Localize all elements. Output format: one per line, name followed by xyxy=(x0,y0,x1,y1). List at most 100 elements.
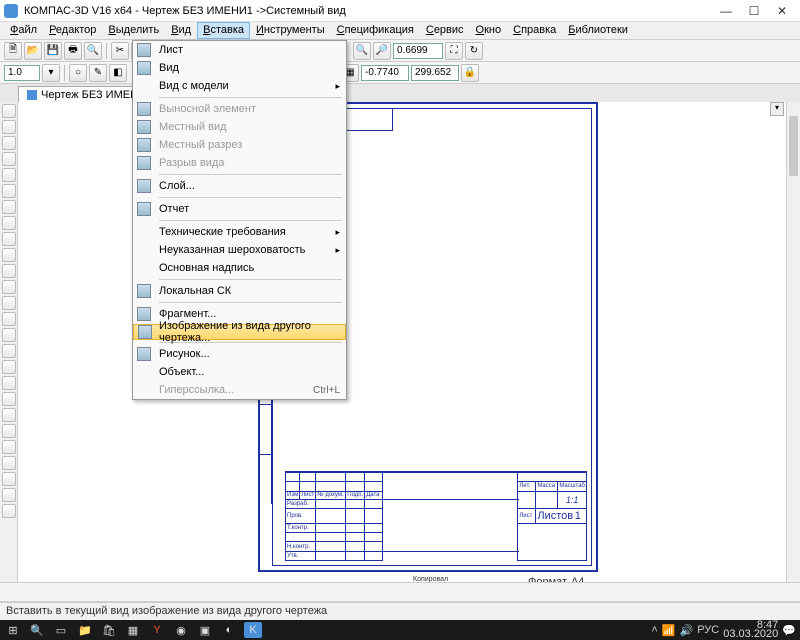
left-tool-20[interactable] xyxy=(2,424,16,438)
maximize-button[interactable]: ☐ xyxy=(740,1,768,21)
left-tool-10[interactable] xyxy=(2,264,16,278)
menu-редактор[interactable]: Редактор xyxy=(43,22,102,39)
zoom-out-button[interactable]: 🔎 xyxy=(373,42,391,60)
tool-c[interactable]: ◧ xyxy=(109,64,127,82)
menu-item-9[interactable]: Технические требования▸ xyxy=(133,223,346,241)
menu-item-15[interactable]: Рисунок... xyxy=(133,345,346,363)
cut-button[interactable]: ✂ xyxy=(111,42,129,60)
menu-item-16[interactable]: Объект... xyxy=(133,363,346,381)
left-tool-6[interactable] xyxy=(2,200,16,214)
menu-item-icon xyxy=(137,102,151,116)
refresh-button[interactable]: ↻ xyxy=(465,42,483,60)
app-icon-2[interactable]: ◐ xyxy=(220,622,238,638)
menu-справка[interactable]: Справка xyxy=(507,22,562,39)
vertical-scrollbar[interactable] xyxy=(786,102,800,582)
chrome-icon[interactable]: ◉ xyxy=(172,622,190,638)
save-button[interactable]: 💾 xyxy=(44,42,62,60)
close-button[interactable]: ✕ xyxy=(768,1,796,21)
left-tool-12[interactable] xyxy=(2,296,16,310)
menu-окно[interactable]: Окно xyxy=(470,22,508,39)
menu-item-8[interactable]: Отчет xyxy=(133,200,346,218)
menu-спецификация[interactable]: Спецификация xyxy=(331,22,420,39)
zoom-in-button[interactable]: 🔍 xyxy=(353,42,371,60)
menu-сервис[interactable]: Сервис xyxy=(420,22,470,39)
taskview-button[interactable]: ▭ xyxy=(52,622,70,638)
coord-y-input[interactable] xyxy=(411,65,459,81)
menu-библиотеки[interactable]: Библиотеки xyxy=(562,22,634,39)
menu-item-label: Вид xyxy=(159,62,179,74)
menu-item-icon xyxy=(137,347,151,361)
menu-item-7[interactable]: Слой... xyxy=(133,177,346,195)
left-tool-0[interactable] xyxy=(2,104,16,118)
start-button[interactable]: ⊞ xyxy=(4,622,22,638)
tool-a[interactable]: ○ xyxy=(69,64,87,82)
tray-lang[interactable]: РУС xyxy=(697,624,719,636)
left-tool-16[interactable] xyxy=(2,360,16,374)
minimize-button[interactable]: — xyxy=(712,1,740,21)
calc-icon[interactable]: ▦ xyxy=(124,622,142,638)
menu-item-10[interactable]: Неуказанная шероховатость▸ xyxy=(133,241,346,259)
left-tool-18[interactable] xyxy=(2,392,16,406)
left-tool-25[interactable] xyxy=(2,504,16,518)
left-tool-21[interactable] xyxy=(2,440,16,454)
menu-вид[interactable]: Вид xyxy=(165,22,197,39)
menu-инструменты[interactable]: Инструменты xyxy=(250,22,331,39)
taskbar-clock[interactable]: 8:47 03.03.2020 xyxy=(723,621,778,639)
zoom-input[interactable] xyxy=(393,43,443,59)
tray-volume-icon[interactable]: 🔊 xyxy=(680,624,694,637)
menu-item-14[interactable]: Изображение из вида другого чертежа... xyxy=(133,324,346,340)
notifications-icon[interactable]: 💬 xyxy=(782,624,796,637)
left-tool-11[interactable] xyxy=(2,280,16,294)
left-tool-4[interactable] xyxy=(2,168,16,182)
left-tool-22[interactable] xyxy=(2,456,16,470)
left-tool-17[interactable] xyxy=(2,376,16,390)
new-button[interactable]: 🗎 xyxy=(4,42,22,60)
menu-item-icon xyxy=(137,307,151,321)
menu-item-11[interactable]: Основная надпись xyxy=(133,259,346,277)
menu-item-0[interactable]: Лист xyxy=(133,41,346,59)
menu-item-1[interactable]: Вид xyxy=(133,59,346,77)
open-button[interactable]: 📂 xyxy=(24,42,42,60)
system-tray[interactable]: ˄ 📶 🔊 РУС 8:47 03.03.2020 💬 xyxy=(651,621,796,639)
tray-network-icon[interactable]: 📶 xyxy=(662,624,676,637)
left-tool-9[interactable] xyxy=(2,248,16,262)
menu-item-2[interactable]: Вид с модели▸ xyxy=(133,77,346,95)
drawing-icon xyxy=(27,90,37,100)
menu-item-12[interactable]: Локальная СК xyxy=(133,282,346,300)
tray-up-icon[interactable]: ˄ xyxy=(651,624,657,636)
coord-lock[interactable]: 🔒 xyxy=(461,64,479,82)
preview-button[interactable]: 🔍 xyxy=(84,42,102,60)
scale-input[interactable] xyxy=(4,65,40,81)
left-tool-15[interactable] xyxy=(2,344,16,358)
print-button[interactable]: 🖶 xyxy=(64,42,82,60)
menu-item-label: Вид с модели xyxy=(159,80,229,92)
browser-icon[interactable]: Y xyxy=(148,622,166,638)
tool-b[interactable]: ✎ xyxy=(89,64,107,82)
explorer-icon[interactable]: 📁 xyxy=(76,622,94,638)
left-tool-24[interactable] xyxy=(2,488,16,502)
left-tool-1[interactable] xyxy=(2,120,16,134)
left-tool-19[interactable] xyxy=(2,408,16,422)
left-tool-2[interactable] xyxy=(2,136,16,150)
fit-button[interactable]: ⛶ xyxy=(445,42,463,60)
app-icon-1[interactable]: ▣ xyxy=(196,622,214,638)
left-tool-14[interactable] xyxy=(2,328,16,342)
left-tool-8[interactable] xyxy=(2,232,16,246)
menu-выделить[interactable]: Выделить xyxy=(102,22,165,39)
left-tool-3[interactable] xyxy=(2,152,16,166)
menu-item-label: Рисунок... xyxy=(159,348,210,360)
scale-dropdown[interactable]: ▾ xyxy=(42,64,60,82)
menu-вставка[interactable]: Вставка xyxy=(197,22,250,39)
left-tool-7[interactable] xyxy=(2,216,16,230)
view-dropdown[interactable]: ▾ xyxy=(770,102,784,116)
search-button[interactable]: 🔍 xyxy=(28,622,46,638)
kompas-taskbar-icon[interactable]: K xyxy=(244,622,262,638)
menu-item-icon xyxy=(137,43,151,57)
left-tool-13[interactable] xyxy=(2,312,16,326)
menu-файл[interactable]: Файл xyxy=(4,22,43,39)
left-tool-23[interactable] xyxy=(2,472,16,486)
menu-item-label: Отчет xyxy=(159,203,189,215)
store-icon[interactable]: 🛍 xyxy=(100,622,118,638)
left-tool-5[interactable] xyxy=(2,184,16,198)
coord-x-input[interactable] xyxy=(361,65,409,81)
